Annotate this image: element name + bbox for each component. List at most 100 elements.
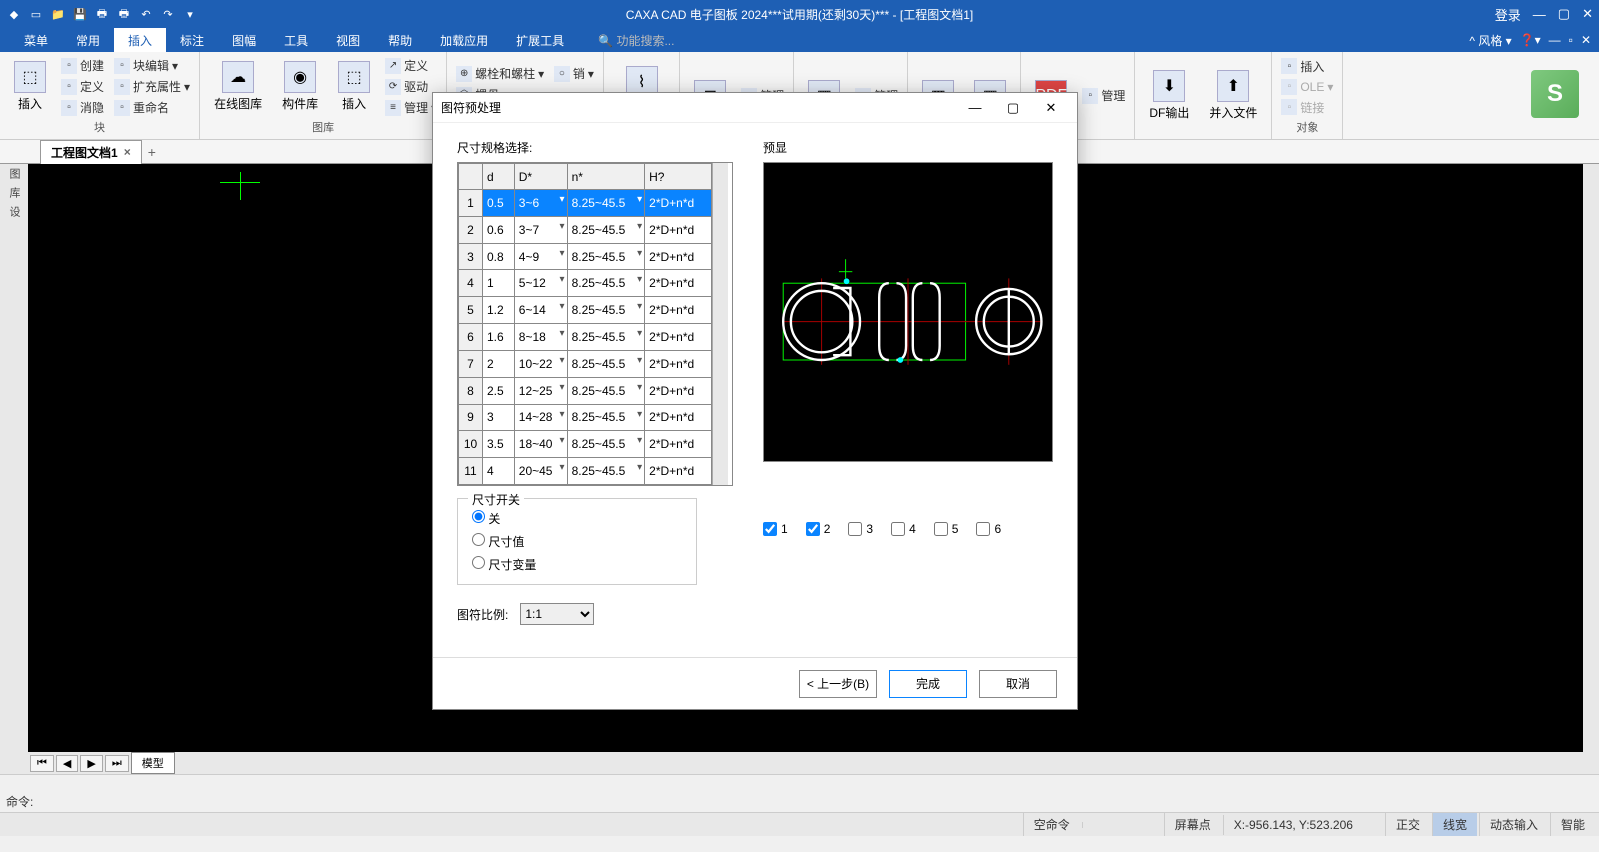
menu-视图[interactable]: 视图 bbox=[322, 28, 374, 53]
minimize-icon[interactable]: — bbox=[1533, 7, 1546, 22]
new-icon[interactable]: ▭ bbox=[28, 6, 44, 22]
save-icon[interactable]: 💾 bbox=[72, 6, 88, 22]
model-tab[interactable]: 模型 bbox=[131, 752, 175, 774]
scale-select[interactable]: 1:1 bbox=[520, 603, 594, 625]
app-logo: S bbox=[1531, 70, 1579, 118]
table-row[interactable]: 103.518~408.25~45.52*D+n*d bbox=[459, 431, 712, 458]
spec-table[interactable]: dD*n*H? 10.53~68.25~45.52*D+n*d20.63~78.… bbox=[458, 163, 712, 485]
create-button[interactable]: ▫创建 bbox=[58, 56, 107, 75]
maximize-icon[interactable]: ▢ bbox=[1558, 6, 1570, 22]
table-row[interactable]: 415~128.25~45.52*D+n*d bbox=[459, 270, 712, 297]
view-check-6[interactable]: 6 bbox=[976, 522, 1001, 536]
lib-define-button[interactable]: ↗定义 bbox=[382, 56, 440, 75]
table-row[interactable]: 10.53~68.25~45.52*D+n*d bbox=[459, 190, 712, 217]
view-check-4[interactable]: 4 bbox=[891, 522, 916, 536]
menu-常用[interactable]: 常用 bbox=[62, 28, 114, 53]
menu-菜单[interactable]: 菜单 bbox=[10, 28, 62, 53]
component-library-button[interactable]: ◉构件库 bbox=[274, 54, 326, 119]
hide-button[interactable]: ▫消隐 bbox=[58, 98, 107, 117]
lib-insert-button[interactable]: ⬚插入 bbox=[330, 54, 378, 119]
command-bar[interactable]: 命令: bbox=[0, 774, 1599, 812]
spec-label: 尺寸规格选择: bbox=[457, 139, 733, 156]
menu-标注[interactable]: 标注 bbox=[166, 28, 218, 53]
status-screen-point[interactable]: 屏幕点 bbox=[1164, 813, 1221, 836]
nav-next-icon[interactable]: ▶ bbox=[80, 755, 102, 772]
extend-attr-button[interactable]: ▫扩充属性 ▾ bbox=[111, 77, 193, 96]
status-smart[interactable]: 智能 bbox=[1550, 813, 1595, 836]
cancel-button[interactable]: 取消 bbox=[979, 670, 1057, 698]
quick-access-toolbar: ◆ ▭ 📁 💾 🖶 🖶 ↶ ↷ ▾ bbox=[0, 6, 198, 22]
dialog-maximize-icon[interactable]: ▢ bbox=[995, 96, 1031, 120]
preview-canvas bbox=[763, 162, 1053, 462]
view-check-3[interactable]: 3 bbox=[848, 522, 873, 536]
menu-帮助[interactable]: 帮助 bbox=[374, 28, 426, 53]
pdf-output-button[interactable]: ⬇DF输出 bbox=[1141, 54, 1197, 137]
dim-off-radio[interactable]: 关 bbox=[472, 507, 682, 530]
panel-icon-1[interactable]: 图 bbox=[6, 168, 22, 179]
panel-icon-3[interactable]: 设 bbox=[6, 206, 22, 217]
block-edit-button[interactable]: ▫块编辑 ▾ bbox=[111, 56, 193, 75]
qat-dropdown-icon[interactable]: ▾ bbox=[182, 6, 198, 22]
nav-first-icon[interactable]: ⏮ bbox=[30, 755, 54, 772]
help-icon[interactable]: ❓▾ bbox=[1520, 33, 1541, 47]
menu-扩展工具[interactable]: 扩展工具 bbox=[502, 28, 578, 53]
menu-插入[interactable]: 插入 bbox=[114, 28, 166, 53]
table-row[interactable]: 11420~458.25~45.52*D+n*d bbox=[459, 458, 712, 485]
inner-restore-icon[interactable]: ▫ bbox=[1569, 33, 1573, 47]
panel-icon-2[interactable]: 库 bbox=[6, 187, 22, 198]
print-icon[interactable]: 🖶 bbox=[94, 6, 110, 22]
dim-var-radio[interactable]: 尺寸变量 bbox=[472, 553, 682, 576]
bolt-button[interactable]: ⊕螺栓和螺柱 ▾ ○销 ▾ bbox=[453, 64, 597, 83]
table-row[interactable]: 9314~288.25~45.52*D+n*d bbox=[459, 404, 712, 431]
rename-button[interactable]: ▫重命名 bbox=[111, 98, 193, 117]
table-row[interactable]: 51.26~148.25~45.52*D+n*d bbox=[459, 297, 712, 324]
search-input[interactable]: 🔍 功能搜索... bbox=[598, 32, 674, 49]
view-check-5[interactable]: 5 bbox=[934, 522, 959, 536]
link-button[interactable]: ▫链接 bbox=[1278, 98, 1336, 117]
undo-icon[interactable]: ↶ bbox=[138, 6, 154, 22]
merge-file-button[interactable]: ⬆并入文件 bbox=[1201, 54, 1265, 137]
status-ortho[interactable]: 正交 bbox=[1385, 813, 1430, 836]
login-button[interactable]: 登录 bbox=[1495, 5, 1521, 24]
table-row[interactable]: 82.512~258.25~45.52*D+n*d bbox=[459, 377, 712, 404]
open-icon[interactable]: 📁 bbox=[50, 6, 66, 22]
print2-icon[interactable]: 🖶 bbox=[116, 6, 132, 22]
menu-加载应用[interactable]: 加载应用 bbox=[426, 28, 502, 53]
table-row[interactable]: 30.84~98.25~45.52*D+n*d bbox=[459, 243, 712, 270]
redo-icon[interactable]: ↷ bbox=[160, 6, 176, 22]
dim-value-radio[interactable]: 尺寸值 bbox=[472, 530, 682, 553]
vertical-scrollbar[interactable] bbox=[1583, 164, 1599, 752]
nav-last-icon[interactable]: ⏭ bbox=[105, 755, 129, 772]
style-dropdown[interactable]: ^ 风格 ▾ bbox=[1469, 32, 1511, 49]
view-check-1[interactable]: 1 bbox=[763, 522, 788, 536]
table-scrollbar[interactable] bbox=[712, 163, 728, 485]
inner-minimize-icon[interactable]: — bbox=[1549, 33, 1561, 47]
insert-block-button[interactable]: ⬚插入 bbox=[6, 54, 54, 119]
define-button[interactable]: ▫定义 bbox=[58, 77, 107, 96]
table-row[interactable]: 61.68~188.25~45.52*D+n*d bbox=[459, 324, 712, 351]
online-library-button[interactable]: ☁在线图库 bbox=[206, 54, 270, 119]
status-lineweight[interactable]: 线宽 bbox=[1432, 813, 1477, 836]
dialog-close-icon[interactable]: ✕ bbox=[1033, 96, 1069, 120]
table-row[interactable]: 7210~228.25~45.52*D+n*d bbox=[459, 350, 712, 377]
group-label-block: 块 bbox=[6, 119, 193, 137]
dialog-minimize-icon[interactable]: — bbox=[957, 96, 993, 120]
view-check-2[interactable]: 2 bbox=[806, 522, 831, 536]
menu-工具[interactable]: 工具 bbox=[270, 28, 322, 53]
document-tab[interactable]: 工程图文档1 × bbox=[40, 140, 142, 164]
status-dynamic-input[interactable]: 动态输入 bbox=[1479, 813, 1548, 836]
table-row[interactable]: 20.63~78.25~45.52*D+n*d bbox=[459, 216, 712, 243]
obj-insert-button[interactable]: ▫插入 bbox=[1278, 57, 1336, 76]
app-icon: ◆ bbox=[6, 6, 22, 22]
tab-close-icon[interactable]: × bbox=[124, 145, 131, 159]
command-label: 命令: bbox=[6, 793, 33, 810]
close-icon[interactable]: ✕ bbox=[1582, 6, 1593, 22]
finish-button[interactable]: 完成 bbox=[889, 670, 967, 698]
prev-button[interactable]: < 上一步(B) bbox=[799, 670, 877, 698]
inner-close-icon[interactable]: ✕ bbox=[1581, 33, 1591, 47]
ole-button[interactable]: ▫OLE ▾ bbox=[1278, 78, 1336, 96]
tab-add-icon[interactable]: + bbox=[148, 144, 156, 160]
nav-prev-icon[interactable]: ◀ bbox=[56, 755, 78, 772]
menu-图幅[interactable]: 图幅 bbox=[218, 28, 270, 53]
manage-button-3[interactable]: ▫管理 bbox=[1079, 86, 1128, 105]
